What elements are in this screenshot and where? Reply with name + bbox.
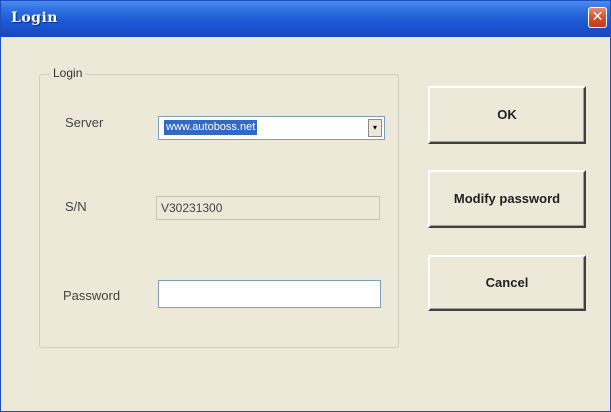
window-title: Login <box>11 10 58 26</box>
server-label: Server <box>65 115 104 130</box>
server-dropdown-button[interactable]: ▾ <box>368 119 382 137</box>
login-dialog: Login ✕ Login Server www.autoboss.net ▾ … <box>0 0 611 412</box>
cancel-button[interactable]: Cancel <box>428 255 586 311</box>
password-field[interactable] <box>158 280 381 308</box>
chevron-down-icon: ▾ <box>372 123 377 132</box>
ok-button[interactable]: OK <box>428 86 586 144</box>
sn-label: S/N <box>65 199 87 214</box>
password-label: Password <box>63 288 121 303</box>
close-icon: ✕ <box>591 9 604 25</box>
title-bar[interactable]: Login ✕ <box>1 1 610 37</box>
groupbox-label: Login <box>50 66 86 80</box>
server-select[interactable]: www.autoboss.net ▾ <box>158 116 385 140</box>
server-selected-value: www.autoboss.net <box>164 120 258 135</box>
sn-field: V30231300 <box>156 196 380 220</box>
close-button[interactable]: ✕ <box>588 7 607 28</box>
modify-password-button[interactable]: Modify password <box>428 170 586 228</box>
